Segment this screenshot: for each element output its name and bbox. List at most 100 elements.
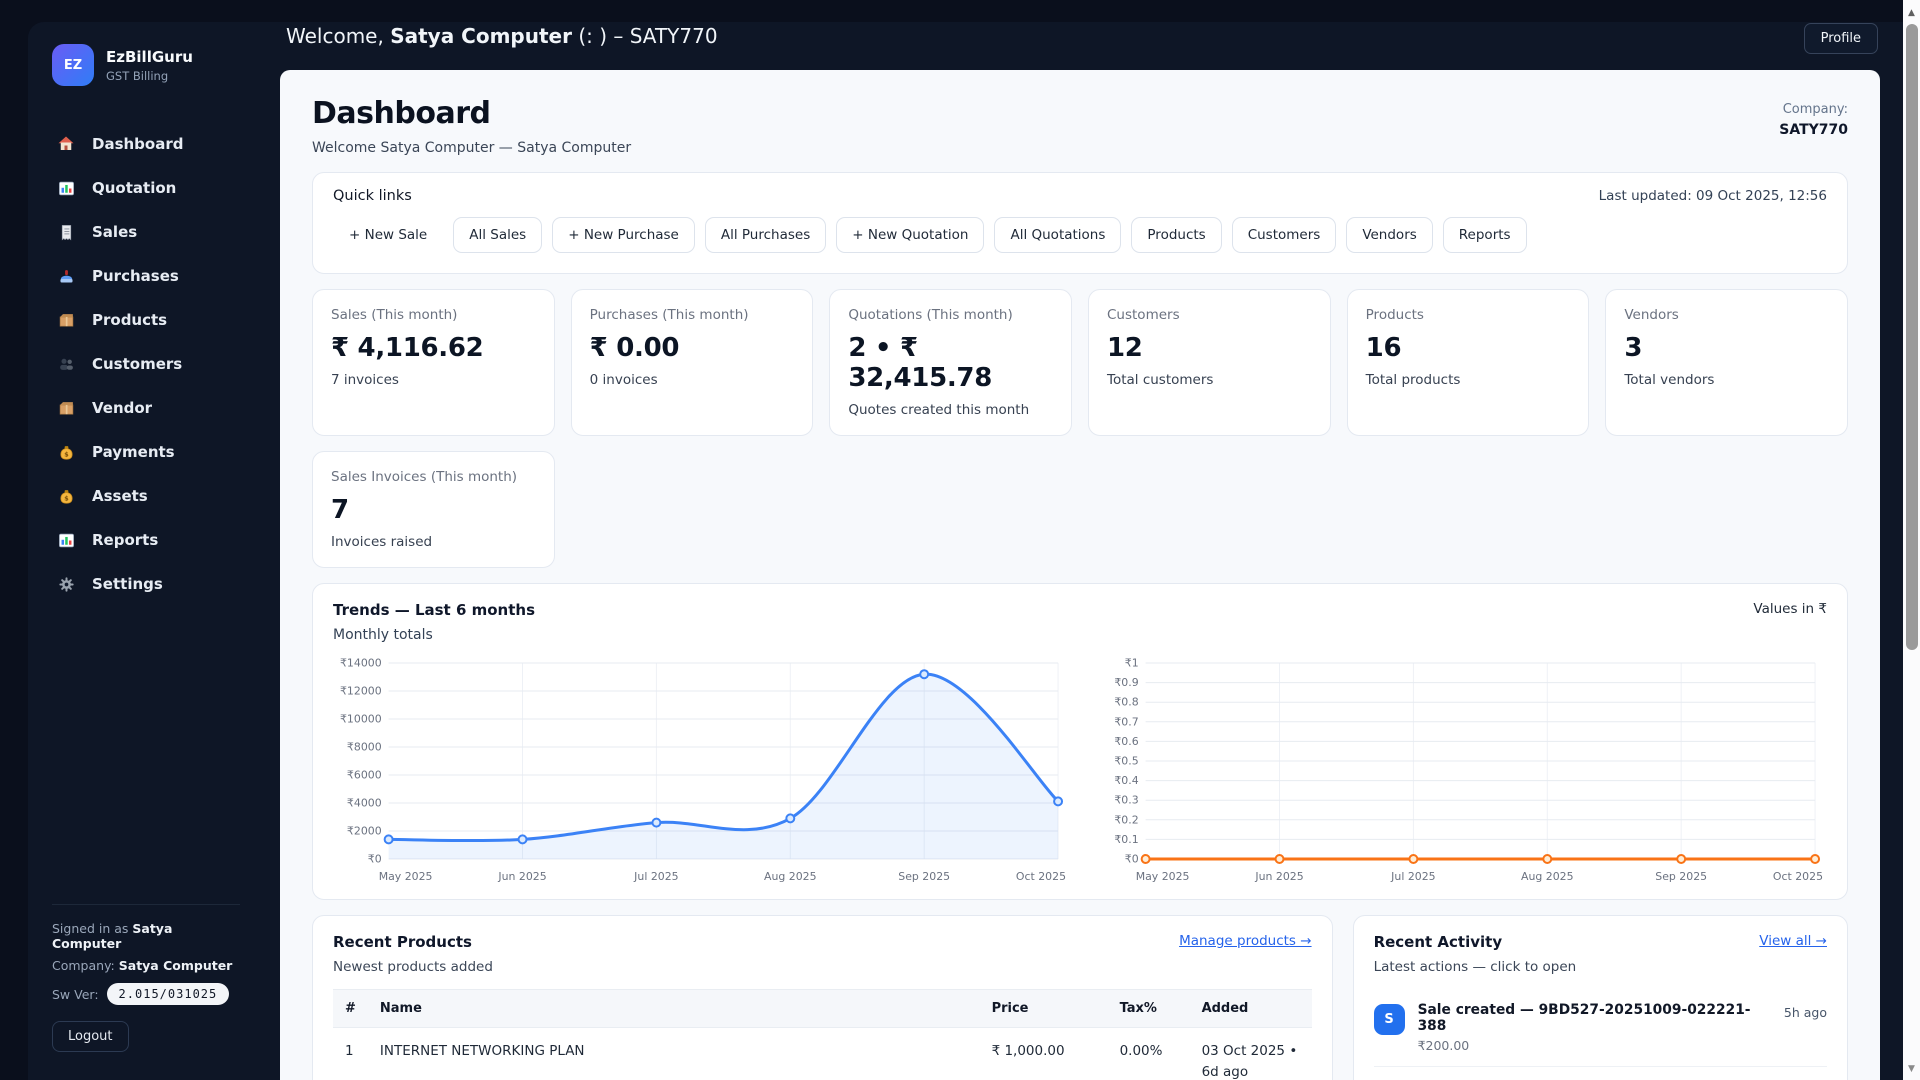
svg-text:₹8000: ₹8000: [347, 740, 382, 753]
recent-products-table: #NamePriceTax%Added 1INTERNET NETWORKING…: [333, 989, 1312, 1080]
stat-label: Sales (This month): [331, 307, 536, 323]
svg-text:Oct 2025: Oct 2025: [1016, 870, 1066, 883]
activity-item[interactable]: CCustomer added — CASH5h ago: [1374, 1067, 1827, 1080]
stat-value: 3: [1624, 333, 1829, 363]
sidebar-item-label: Assets: [92, 487, 148, 505]
stat-card-vendors: Vendors 3 Total vendors: [1605, 289, 1848, 436]
recent-activity-title: Recent Activity: [1374, 933, 1577, 951]
svg-text:Aug 2025: Aug 2025: [764, 870, 817, 883]
scrollbar: ▲ ▼: [1903, 0, 1920, 1080]
profile-button[interactable]: Profile: [1804, 23, 1878, 54]
home-icon: [56, 135, 76, 153]
stat-card-sales: Sales Invoices (This month)7Invoices rai…: [312, 451, 555, 568]
quick-link-all-purchases[interactable]: All Purchases: [705, 217, 826, 253]
svg-text:₹0: ₹0: [368, 852, 382, 865]
signed-in-text: Signed in as Satya Computer: [52, 921, 240, 951]
sidebar-item-label: Customers: [92, 355, 182, 373]
svg-text:₹12000: ₹12000: [340, 684, 382, 697]
quick-link-new-sale[interactable]: + New Sale: [333, 217, 443, 253]
company-label: Company:: [1779, 102, 1848, 117]
table-cell: 1: [333, 1028, 368, 1080]
recent-activity-card: Recent Activity Latest actions — click t…: [1353, 915, 1848, 1080]
sidebar-item-payments[interactable]: $Payments: [52, 430, 236, 474]
sidebar-item-reports[interactable]: Reports: [52, 518, 236, 562]
sidebar-item-purchases[interactable]: Purchases: [52, 254, 236, 298]
quick-link-customers[interactable]: Customers: [1232, 217, 1337, 253]
stat-value: 16: [1366, 333, 1571, 363]
table-row: 1INTERNET NETWORKING PLAN₹ 1,000.000.00%…: [333, 1028, 1312, 1080]
stats-row-1: Sales (This month)₹ 4,116.627 invoices Pu…: [312, 289, 1848, 436]
quick-link-vendors[interactable]: Vendors: [1346, 217, 1432, 253]
recent-products-title: Recent Products: [333, 933, 493, 951]
bar-chart-icon: [56, 180, 76, 197]
scrollbar-thumb[interactable]: [1906, 24, 1918, 650]
sidebar-item-sales[interactable]: Sales: [52, 210, 236, 254]
column-header: #: [333, 990, 368, 1028]
page-subtitle: Welcome Satya Computer — Satya Computer: [312, 140, 631, 156]
svg-text:₹0.8: ₹0.8: [1114, 696, 1138, 709]
stats-row-2: Sales Invoices (This month)7Invoices rai…: [312, 451, 1848, 568]
stat-sub: Quotes created this month: [848, 402, 1053, 418]
activity-time: 5h ago: [1784, 1002, 1827, 1020]
svg-text:₹0.7: ₹0.7: [1114, 715, 1138, 728]
quick-link-new-purchase[interactable]: + New Purchase: [552, 217, 695, 253]
svg-text:₹2000: ₹2000: [347, 824, 382, 837]
svg-text:₹4000: ₹4000: [347, 796, 382, 809]
trends-title: Trends — Last 6 months: [333, 601, 535, 619]
quick-link-products[interactable]: Products: [1131, 217, 1221, 253]
quick-links-buttons: + New Sale All Sales + New Purchase All Pur…: [333, 217, 1827, 253]
stat-sub: Total vendors: [1624, 372, 1829, 388]
sidebar-item-vendor[interactable]: Vendor: [52, 386, 236, 430]
sidebar-item-label: Vendor: [92, 399, 152, 417]
sidebar-item-quotation[interactable]: Quotation: [52, 166, 236, 210]
purchases-trend-chart: ₹0₹0.1₹0.2₹0.3₹0.4₹0.5₹0.6₹0.7₹0.8₹0.9₹1…: [1090, 651, 1827, 889]
receipt-icon: [56, 224, 76, 241]
main-panel: Dashboard Welcome Satya Computer — Satya…: [280, 70, 1880, 1080]
stat-card-products: Products16Total products: [1347, 289, 1590, 436]
activity-title: Sale created — 9BD527-20251009-022221-38…: [1418, 1002, 1771, 1034]
quick-link-new-quotation[interactable]: + New Quotation: [836, 217, 984, 253]
sidebar-item-customers[interactable]: Customers: [52, 342, 236, 386]
view-all-link[interactable]: View all →: [1759, 933, 1827, 949]
svg-text:₹0.9: ₹0.9: [1114, 676, 1138, 689]
sidebar-footer: Signed in as Satya Computer Company: Sat…: [52, 904, 240, 1052]
recent-products-subtitle: Newest products added: [333, 959, 493, 975]
logout-button[interactable]: Logout: [52, 1021, 129, 1052]
stat-label: Purchases (This month): [590, 307, 795, 323]
last-updated: Last updated: 09 Oct 2025, 12:56: [1599, 188, 1827, 204]
stat-value: ₹ 0.00: [590, 333, 795, 363]
quick-links-card: Quick links Last updated: 09 Oct 2025, 1…: [312, 172, 1848, 274]
sidebar-item-label: Reports: [92, 531, 158, 549]
sidebar-item-label: Products: [92, 311, 167, 329]
svg-text:₹0: ₹0: [1125, 852, 1139, 865]
column-header: Added: [1190, 990, 1312, 1028]
activity-item[interactable]: SSale created — 9BD527-20251009-022221-3…: [1374, 989, 1827, 1067]
trends-card: Trends — Last 6 months Monthly totals Va…: [312, 583, 1848, 900]
column-header: Name: [368, 990, 980, 1028]
sidebar-item-settings[interactable]: Settings: [52, 562, 236, 606]
sidebar-item-assets[interactable]: $ Assets: [52, 474, 236, 518]
activity-amount: ₹200.00: [1418, 1038, 1771, 1053]
stat-label: Vendors: [1624, 307, 1829, 323]
stat-sub: 7 invoices: [331, 372, 536, 388]
version-badge: 2.015/031025: [107, 983, 230, 1005]
stat-value: 7: [331, 495, 536, 525]
quick-link-all-quotations[interactable]: All Quotations: [994, 217, 1121, 253]
manage-products-link[interactable]: Manage products →: [1179, 933, 1311, 949]
svg-text:₹0.2: ₹0.2: [1114, 813, 1138, 826]
moneybag-icon: $: [56, 488, 76, 505]
sidebar-item-products[interactable]: Products: [52, 298, 236, 342]
svg-text:May 2025: May 2025: [379, 870, 433, 883]
stat-label: Products: [1366, 307, 1571, 323]
quick-link-reports[interactable]: Reports: [1443, 217, 1527, 253]
sidebar-item-label: Purchases: [92, 267, 179, 285]
sidebar-item-dashboard[interactable]: Dashboard: [52, 122, 236, 166]
scrollbar-up-arrow[interactable]: ▲: [1903, 8, 1920, 18]
customers-icon: [56, 356, 76, 373]
stat-card-sales: Sales (This month)₹ 4,116.627 invoices: [312, 289, 555, 436]
scrollbar-down-arrow[interactable]: ▼: [1903, 1064, 1920, 1074]
quick-link-all-sales[interactable]: All Sales: [453, 217, 542, 253]
brand: EZ EzBillGuru GST Billing: [52, 44, 236, 86]
svg-text:Jun 2025: Jun 2025: [497, 870, 546, 883]
svg-text:₹1: ₹1: [1125, 656, 1139, 669]
